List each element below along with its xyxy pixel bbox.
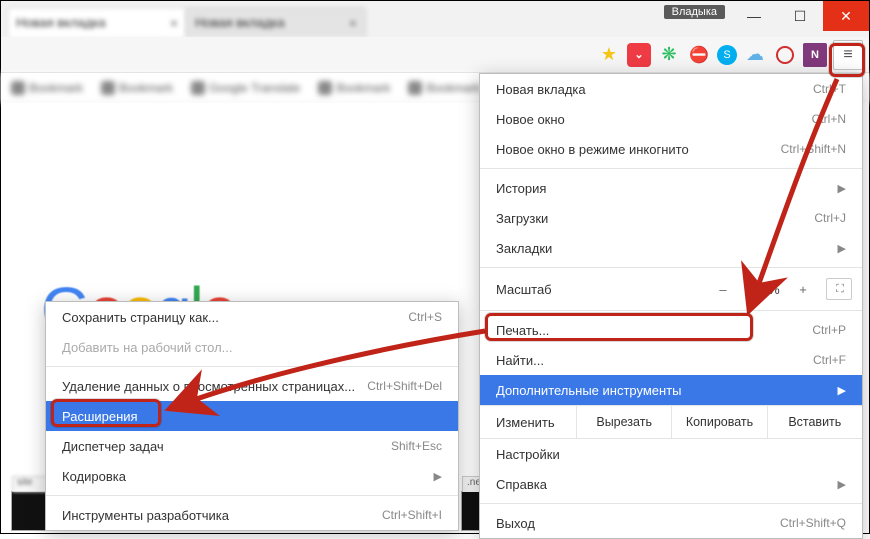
pocket-icon[interactable]: ⌄ (627, 43, 651, 67)
zoom-label: Масштаб (496, 282, 708, 297)
menu-item-bookmarks[interactable]: Закладки▶ (480, 233, 862, 263)
submenu-item-task-manager[interactable]: Диспетчер задачShift+Esc (46, 431, 458, 461)
submenu-item-encoding[interactable]: Кодировка▶ (46, 461, 458, 491)
browser-tab[interactable]: Новая вкладка × (186, 7, 366, 37)
copy-button[interactable]: Копировать (671, 406, 766, 438)
menu-item-print[interactable]: Печать...Ctrl+P (480, 315, 862, 345)
cut-button[interactable]: Вырезать (576, 406, 671, 438)
maximize-button[interactable]: ☐ (777, 1, 823, 31)
submenu-arrow-icon: ▶ (838, 478, 846, 491)
browser-tab[interactable]: Новая вкладка × (7, 7, 187, 37)
close-tab-icon[interactable]: × (349, 15, 357, 31)
menu-item-more-tools[interactable]: Дополнительные инструменты▶ (480, 375, 862, 405)
menu-item-new-window[interactable]: Новое окноCtrl+N (480, 104, 862, 134)
menu-zoom-row: Масштаб – 100% + ⛶ (480, 272, 862, 306)
submenu-arrow-icon: ▶ (838, 242, 846, 255)
onenote-icon[interactable]: N (803, 43, 827, 67)
cloud-icon[interactable]: ☁ (743, 43, 767, 67)
submenu-arrow-icon: ▶ (434, 470, 442, 483)
window-titlebar: Новая вкладка × Новая вкладка × Владыка … (1, 1, 869, 37)
tab-title: Новая вкладка (195, 15, 285, 30)
minimize-button[interactable]: — (731, 1, 777, 31)
profile-badge[interactable]: Владыка (664, 5, 725, 19)
bookmark-star-icon[interactable]: ★ (597, 43, 621, 67)
tab-strip: Новая вкладка × Новая вкладка × (1, 1, 664, 37)
zoom-in-button[interactable]: + (788, 282, 818, 297)
browser-toolbar: ★ ⌄ ❋ ⛔ S ☁ N ≡ (1, 37, 869, 73)
evernote-icon[interactable]: ❋ (657, 43, 681, 67)
menu-item-history[interactable]: История▶ (480, 173, 862, 203)
adblock-icon[interactable]: ⛔ (687, 43, 711, 67)
zoom-value: 100% (738, 282, 788, 297)
submenu-arrow-icon: ▶ (838, 182, 846, 195)
menu-item-incognito[interactable]: Новое окно в режиме инкогнитоCtrl+Shift+… (480, 134, 862, 164)
chrome-menu-button[interactable]: ≡ (833, 40, 863, 70)
submenu-arrow-icon: ▶ (838, 384, 846, 397)
tab-title: Новая вкладка (16, 15, 106, 30)
opera-icon[interactable] (773, 43, 797, 67)
skype-icon[interactable]: S (717, 45, 737, 65)
chrome-main-menu: Новая вкладкаCtrl+T Новое окноCtrl+N Нов… (479, 73, 863, 539)
menu-item-settings[interactable]: Настройки (480, 439, 862, 469)
paste-button[interactable]: Вставить (767, 406, 862, 438)
zoom-out-button[interactable]: – (708, 282, 738, 297)
menu-item-find[interactable]: Найти...Ctrl+F (480, 345, 862, 375)
submenu-item-save-page[interactable]: Сохранить страницу как...Ctrl+S (46, 302, 458, 332)
menu-item-help[interactable]: Справка▶ (480, 469, 862, 499)
edit-label: Изменить (480, 406, 576, 438)
submenu-item-extensions[interactable]: Расширения (46, 401, 458, 431)
submenu-item-dev-tools[interactable]: Инструменты разработчикаCtrl+Shift+I (46, 500, 458, 530)
menu-edit-row: Изменить Вырезать Копировать Вставить (480, 405, 862, 439)
submenu-item-add-desktop: Добавить на рабочий стол... (46, 332, 458, 362)
window-controls: — ☐ ✕ (731, 1, 869, 37)
submenu-item-clear-data[interactable]: Удаление данных о просмотренных страница… (46, 371, 458, 401)
close-tab-icon[interactable]: × (170, 15, 178, 31)
fullscreen-icon[interactable]: ⛶ (826, 278, 852, 300)
close-window-button[interactable]: ✕ (823, 1, 869, 31)
more-tools-submenu: Сохранить страницу как...Ctrl+S Добавить… (45, 301, 459, 531)
menu-item-new-tab[interactable]: Новая вкладкаCtrl+T (480, 74, 862, 104)
menu-item-downloads[interactable]: ЗагрузкиCtrl+J (480, 203, 862, 233)
